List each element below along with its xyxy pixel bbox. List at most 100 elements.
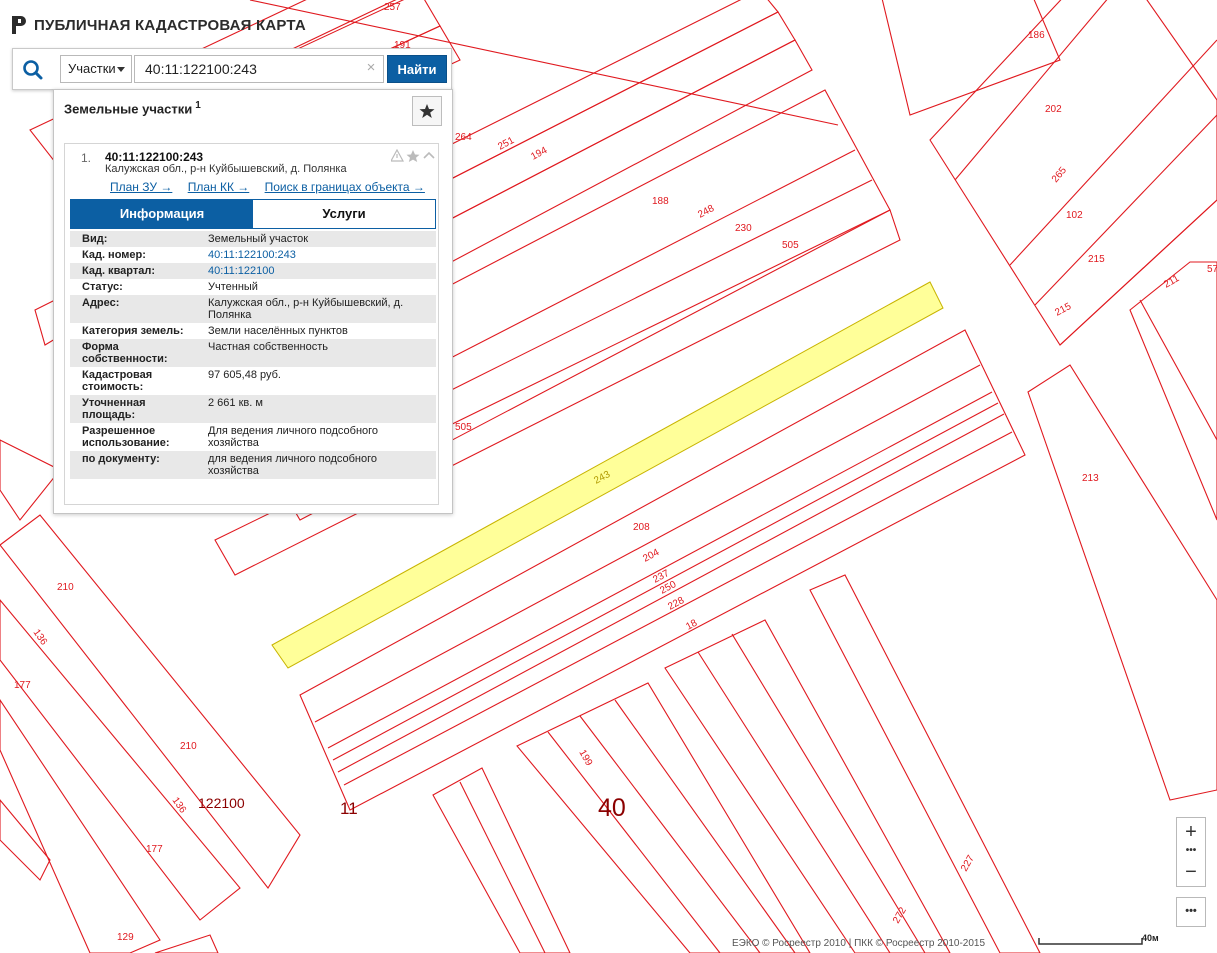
parcel-label: 228: [666, 595, 686, 613]
results-count: 1: [195, 100, 201, 111]
zoom-slider-dots[interactable]: •••: [1177, 846, 1205, 856]
quarter-label: 122100: [198, 795, 245, 811]
parcel-label: 215: [1053, 301, 1073, 319]
field-value: Для ведения личного подсобного хозяйства: [196, 423, 436, 451]
field-key: Разрешенное использование:: [70, 423, 196, 451]
card-actions: [391, 149, 435, 162]
parcel-label: 213: [1082, 473, 1099, 484]
table-row: Кадастровая стоимость: 97 605,48 руб.: [70, 367, 436, 395]
more-tools-button[interactable]: •••: [1176, 897, 1206, 927]
field-value: Земли населённых пунктов: [196, 323, 436, 339]
parcel-label: 129: [117, 932, 134, 943]
parcel-label: 177: [146, 844, 163, 855]
zoom-control: + ••• −: [1176, 817, 1206, 887]
table-row: Кад. квартал: 40:11:122100: [70, 263, 436, 279]
search-type-value: Участки: [68, 61, 116, 76]
parcel-label: 208: [633, 522, 650, 533]
table-row: Категория земель: Земли населённых пункто…: [70, 323, 436, 339]
field-key: Уточненная площадь:: [70, 395, 196, 423]
field-value: Земельный участок: [196, 231, 436, 247]
field-key: Адрес:: [70, 295, 196, 323]
parcel-label: 505: [455, 422, 472, 433]
parcel-label: 177: [14, 680, 31, 691]
search-icon[interactable]: [21, 58, 45, 82]
map-attribution: ЕЭКО © Росреестр 2010 | ПКК © Росреестр …: [732, 938, 986, 949]
parcel-label: 186: [1028, 30, 1045, 41]
result-links: План ЗУ → План КК → Поиск в границах объ…: [110, 180, 437, 194]
table-row: Уточненная площадь: 2 661 кв. м: [70, 395, 436, 423]
parcel-label: 264: [455, 132, 472, 143]
table-row: Кад. номер: 40:11:122100:243: [70, 247, 436, 263]
result-cadastral-number[interactable]: 40:11:122100:243: [105, 150, 203, 164]
parcel-label: 57: [1207, 264, 1217, 275]
search-bar: Участки × Найти: [12, 48, 452, 90]
parcel-label: 230: [735, 223, 752, 234]
search-in-bounds-link[interactable]: Поиск в границах объекта →: [265, 180, 425, 194]
table-row: Вид: Земельный участок: [70, 231, 436, 247]
parcel-label: 204: [641, 547, 661, 565]
field-key: Кад. номер:: [70, 247, 196, 263]
scale-bar: 40м: [1038, 934, 1159, 945]
parcel-label: 265: [1050, 165, 1069, 185]
block-label-40: 40: [598, 794, 626, 822]
clear-search-button[interactable]: ×: [363, 59, 379, 77]
parcel-label: 199: [576, 748, 594, 768]
rosreestr-logo-icon: [12, 16, 26, 34]
cadastral-number-link[interactable]: 40:11:122100:243: [208, 249, 296, 261]
field-value: Частная собственность: [196, 339, 436, 367]
panel-title-text: Земельные участки: [64, 101, 193, 117]
field-key: Кадастровая стоимость:: [70, 367, 196, 395]
field-key: Кад. квартал:: [70, 263, 196, 279]
parcel-label: 202: [1045, 104, 1062, 115]
cadastral-quarter-link[interactable]: 40:11:122100: [208, 265, 274, 277]
field-key: Категория земель:: [70, 323, 196, 339]
parcel-label: 248: [696, 203, 716, 221]
find-button[interactable]: Найти: [387, 55, 447, 83]
result-tabs: Информация Услуги: [70, 199, 436, 229]
parcel-label: 136: [170, 795, 189, 815]
star-icon: [419, 104, 435, 118]
parcel-label: 227: [959, 853, 977, 873]
warning-icon[interactable]: [391, 149, 405, 162]
field-value: 97 605,48 руб.: [196, 367, 436, 395]
field-key: Статус:: [70, 279, 196, 295]
plan-kk-link[interactable]: План КК →: [188, 180, 250, 194]
plan-zu-link[interactable]: План ЗУ →: [110, 180, 172, 194]
parcel-label: 194: [529, 145, 549, 163]
panel-title: Земельные участки 1: [64, 100, 201, 116]
table-row: по документу: для ведения личного подсобн…: [70, 451, 436, 479]
parcel-label: 257: [384, 2, 401, 13]
result-card: 1. 40:11:122100:243 Калужская обл., р-н …: [64, 143, 439, 505]
field-value: 40:11:122100: [196, 263, 436, 279]
chevron-down-icon: [117, 67, 125, 72]
table-row: Форма собственности: Частная собственност…: [70, 339, 436, 367]
field-value: 2 661 кв. м: [196, 395, 436, 423]
parcel-label: 211: [1162, 273, 1182, 291]
field-key: Форма собственности:: [70, 339, 196, 367]
field-value: Учтенный: [196, 279, 436, 295]
parcel-label: 215: [1088, 254, 1105, 265]
zoom-out-button[interactable]: −: [1177, 861, 1205, 883]
tab-services[interactable]: Услуги: [253, 200, 435, 228]
search-type-select[interactable]: Участки: [60, 55, 132, 83]
zoom-in-button[interactable]: +: [1177, 821, 1205, 843]
info-table: Вид: Земельный участок Кад. номер: 40:11:1…: [70, 231, 436, 479]
table-row: Адрес: Калужская обл., р-н Куйбышевский, …: [70, 295, 436, 323]
results-panel: Земельные участки 1 1. 40:11:122100:243 К…: [53, 89, 453, 514]
chevron-up-icon[interactable]: [423, 151, 435, 159]
block-label-11: 11: [340, 799, 358, 818]
parcel-label: 251: [496, 135, 516, 153]
scale-label: 40м: [1142, 934, 1159, 943]
favorites-button[interactable]: [412, 96, 442, 126]
parcel-label: 102: [1066, 210, 1083, 221]
field-key: по документу:: [70, 451, 196, 479]
field-value: Калужская обл., р-н Куйбышевский, д. Пол…: [196, 295, 436, 323]
table-row: Статус: Учтенный: [70, 279, 436, 295]
result-address: Калужская обл., р-н Куйбышевский, д. Пол…: [105, 163, 347, 175]
parcel-label: 505: [782, 240, 799, 251]
tab-information[interactable]: Информация: [71, 200, 253, 228]
parcel-label: 210: [57, 582, 74, 593]
result-index: 1.: [81, 151, 92, 165]
search-input[interactable]: [134, 55, 384, 83]
star-icon[interactable]: [406, 150, 420, 162]
